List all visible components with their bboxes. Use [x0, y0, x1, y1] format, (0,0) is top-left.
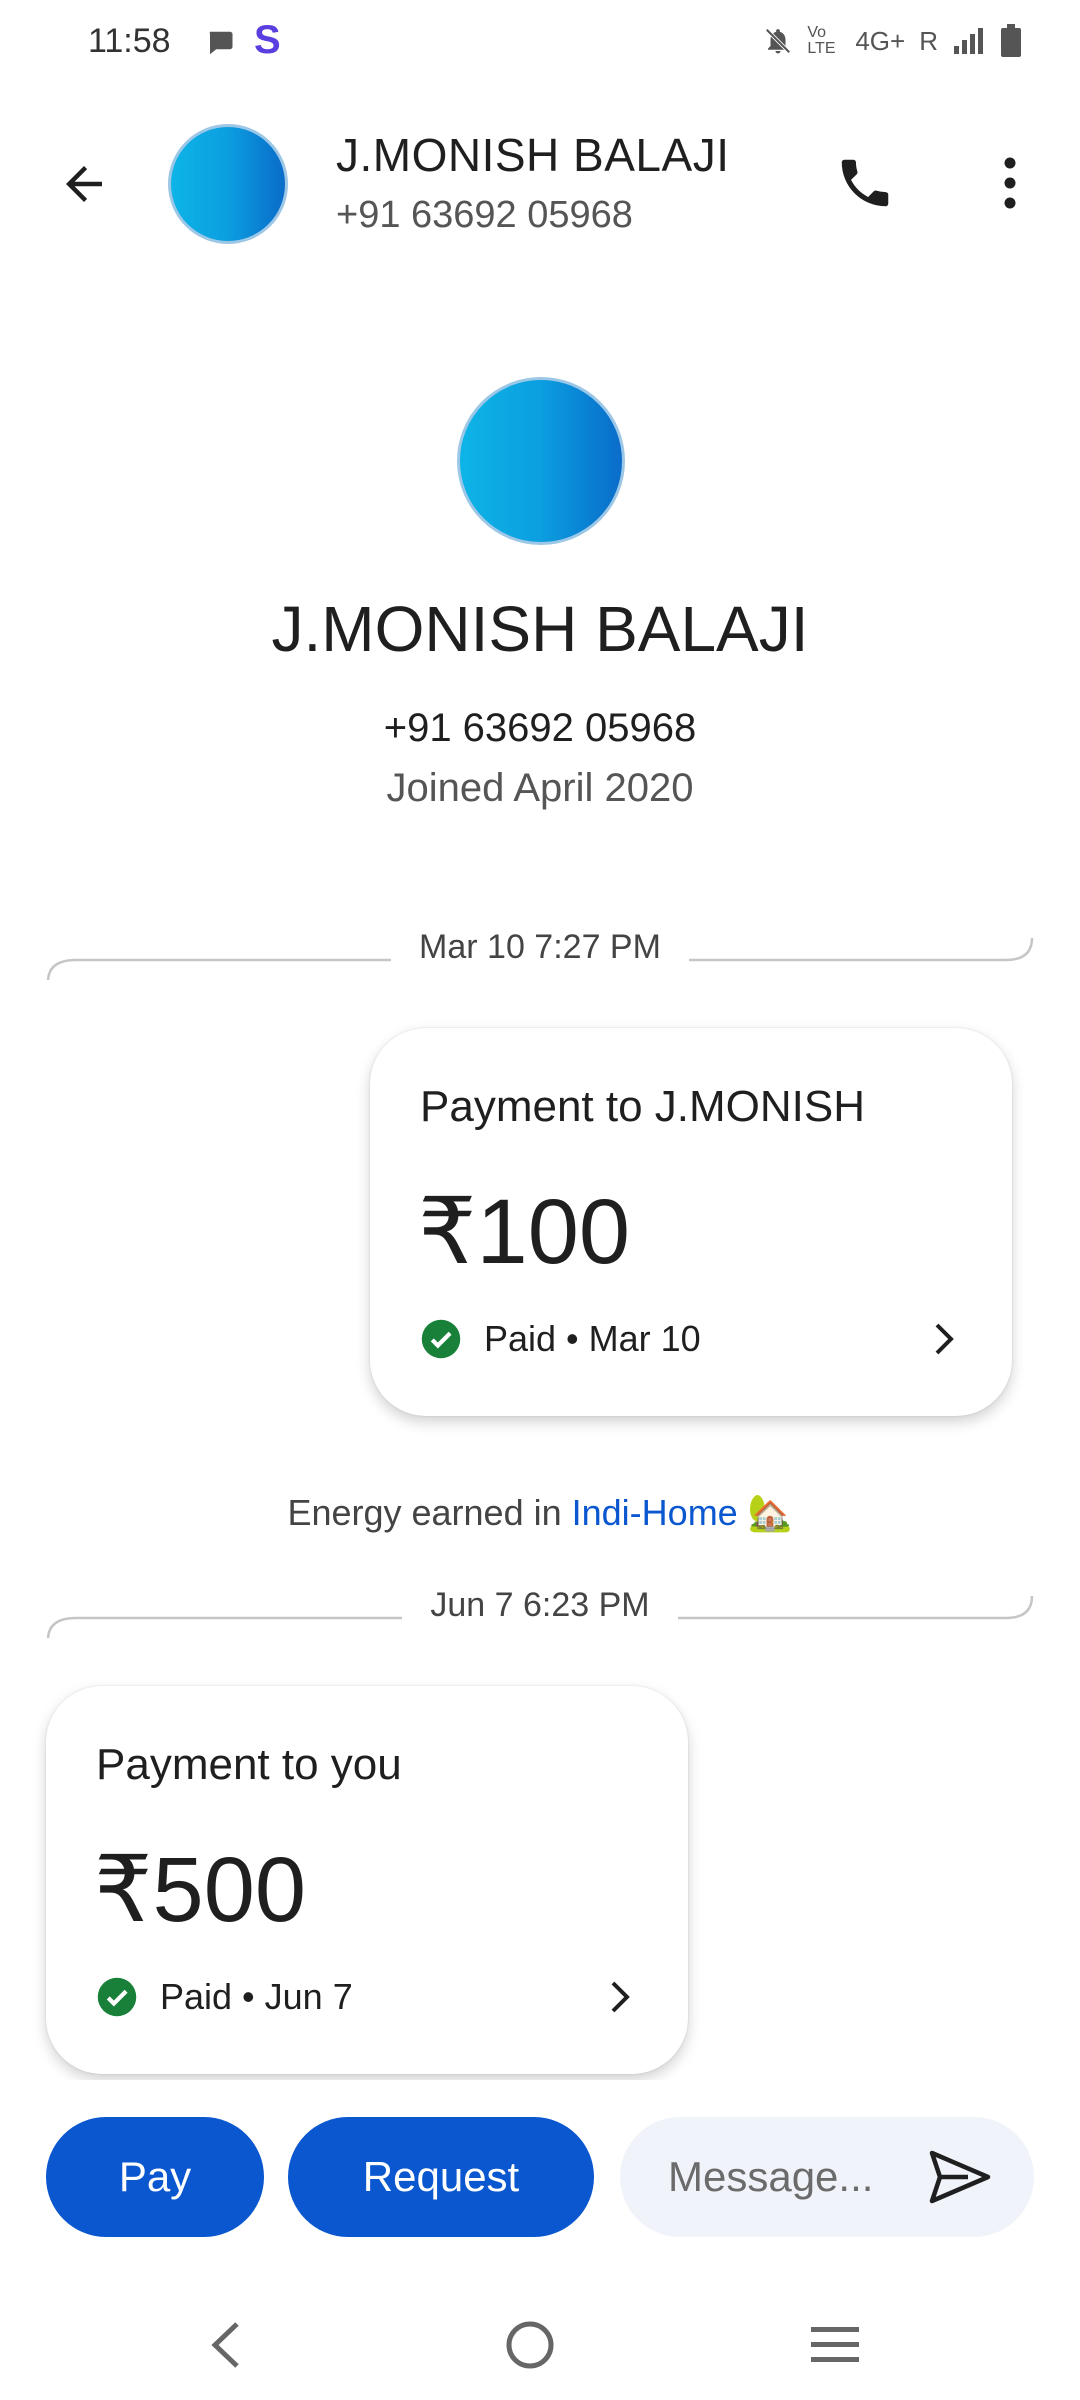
payment-title: Payment to J.MONISH	[420, 1082, 866, 1131]
top-app-bar: J.MONISH BALAJI +91 63692 05968	[0, 100, 1080, 270]
nav-home-icon	[506, 2321, 554, 2369]
payment-title: Payment to you	[96, 1740, 402, 1789]
date-label: Jun 7 6:23 PM	[402, 1586, 678, 1624]
message-input[interactable]	[668, 2147, 918, 2207]
nav-menu-icon	[811, 2327, 859, 2362]
battery-icon	[1000, 24, 1022, 58]
signal-icon	[952, 26, 986, 56]
payment-status: Paid • Mar 10	[420, 1318, 701, 1360]
send-icon	[929, 2150, 991, 2204]
request-button[interactable]: Request	[288, 2117, 594, 2237]
network-type: 4G+	[855, 25, 906, 56]
status-time: 11:58	[88, 22, 171, 60]
payment-status-text: Paid • Mar 10	[484, 1318, 701, 1359]
profile-joined-date: Joined April 2020	[386, 766, 694, 810]
back-button[interactable]	[52, 152, 116, 216]
message-field[interactable]	[620, 2117, 1034, 2237]
status-icons: Vo LTE 4G+ R	[763, 24, 1022, 58]
payment-status-text: Paid • Jun 7	[160, 1976, 353, 2017]
energy-earned-note: Energy earned in Indi-Home 🏡	[0, 1492, 1080, 1534]
contact-avatar[interactable]	[168, 124, 288, 244]
arrow-back-icon	[66, 166, 102, 202]
more-options-button[interactable]	[980, 148, 1040, 218]
profile-name: J.MONISH BALAJI	[271, 593, 809, 665]
nav-back-button[interactable]	[180, 2300, 270, 2390]
payment-card-received[interactable]: Payment to you ₹500 Paid • Jun 7	[46, 1686, 688, 2074]
contact-name[interactable]: J.MONISH BALAJI	[336, 128, 729, 182]
send-button[interactable]	[920, 2139, 1000, 2215]
status-bar: 11:58 S Vo LTE 4G+ R	[0, 0, 1080, 90]
chat-bubble-icon	[205, 28, 235, 63]
chevron-right-icon	[924, 1318, 964, 1360]
check-circle-icon	[421, 1319, 461, 1359]
payment-card-sent[interactable]: Payment to J.MONISH ₹100 Paid • Mar 10	[370, 1028, 1012, 1416]
mute-bell-icon	[763, 26, 793, 56]
indi-home-link[interactable]: Indi-Home	[572, 1492, 738, 1533]
system-navigation-bar	[0, 2280, 1080, 2400]
pay-button[interactable]: Pay	[46, 2117, 264, 2237]
call-button[interactable]	[830, 148, 900, 218]
date-divider: Mar 10 7:27 PM	[46, 920, 1034, 980]
nav-recents-button[interactable]	[790, 2300, 880, 2390]
chevron-right-icon	[600, 1976, 640, 2018]
phone-icon	[841, 159, 889, 207]
volte-icon: Vo LTE	[807, 24, 836, 57]
date-label: Mar 10 7:27 PM	[391, 928, 689, 966]
app-s-icon: S	[254, 18, 281, 62]
check-circle-icon	[97, 1977, 137, 2017]
roaming-indicator: R	[919, 25, 938, 56]
nav-back-icon	[211, 2322, 239, 2368]
nav-home-button[interactable]	[485, 2300, 575, 2390]
payment-amount: ₹500	[94, 1839, 307, 1941]
house-emoji-icon: 🏡	[747, 1492, 793, 1533]
more-vert-icon	[1004, 157, 1016, 209]
energy-prefix: Energy earned in	[287, 1492, 562, 1533]
payment-amount: ₹100	[418, 1181, 631, 1283]
composer-bar: Pay Request	[0, 2080, 1080, 2237]
date-divider: Jun 7 6:23 PM	[46, 1578, 1034, 1638]
profile-avatar	[457, 377, 625, 545]
contact-phone: +91 63692 05968	[336, 194, 633, 236]
payment-status: Paid • Jun 7	[96, 1976, 353, 2018]
profile-phone: +91 63692 05968	[383, 706, 697, 750]
